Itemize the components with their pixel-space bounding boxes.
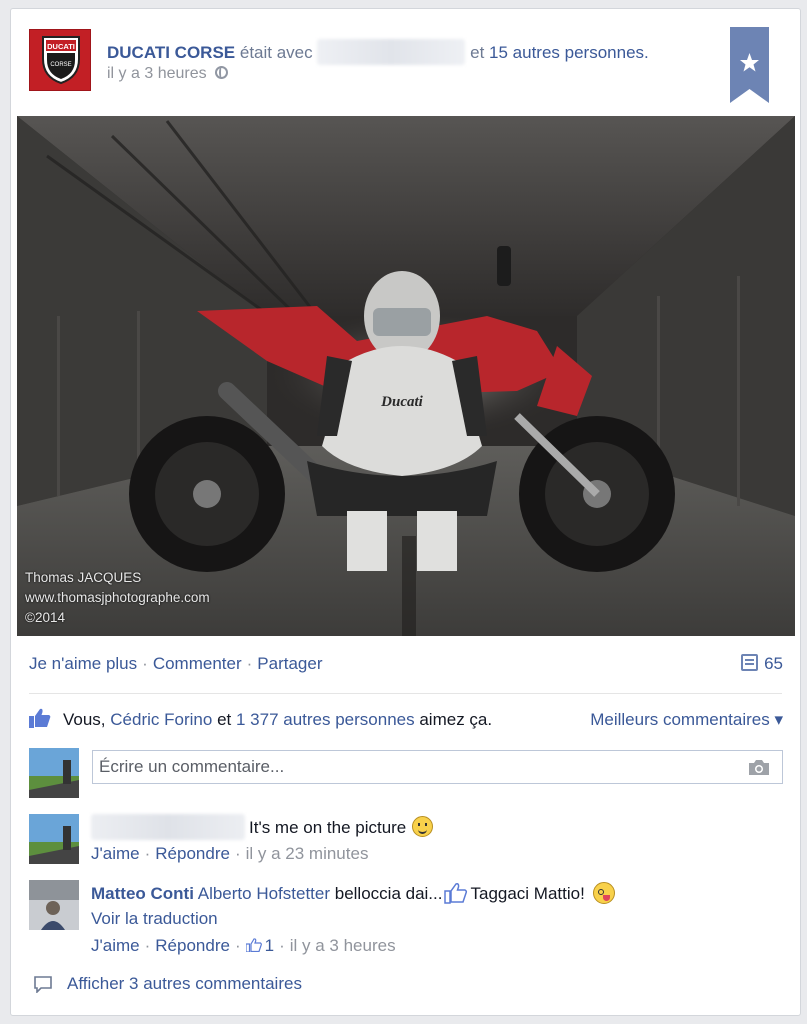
separator: ·: [144, 844, 151, 863]
comment-like-count-value: 1: [264, 936, 275, 955]
post-timestamp-row: il y a 3 heures: [107, 65, 228, 83]
likes-others-link[interactable]: 1 377 autres personnes: [236, 710, 415, 729]
separator: ·: [279, 936, 285, 955]
see-translation-link[interactable]: Voir la traduction: [91, 909, 218, 929]
comment-time[interactable]: il y a 3 heures: [290, 936, 396, 955]
tongue-emoji-icon: [592, 882, 615, 904]
comment-time[interactable]: il y a 23 minutes: [246, 844, 369, 863]
likes-suffix: aimez ça.: [419, 710, 493, 729]
comment-meta: J'aime · Répondre · 1 · il y a 3 heures: [91, 936, 396, 956]
likes-you: Vous,: [63, 710, 106, 729]
blurred-tagged-name[interactable]: [317, 39, 466, 65]
photo-credit-site: www.thomasjphotographe.com: [25, 590, 210, 605]
comment-sort-dropdown[interactable]: Meilleurs commentaires ▾: [590, 710, 783, 730]
comment-bubble-icon: [34, 976, 52, 993]
show-more-comments-link[interactable]: Afficher 3 autres commentaires: [67, 974, 302, 993]
small-thumbs-up-icon: [245, 938, 262, 952]
bookmark-star-icon[interactable]: [730, 27, 769, 103]
comment-input[interactable]: [93, 751, 782, 783]
avatar-image: [29, 814, 79, 864]
unlike-link[interactable]: Je n'aime plus: [29, 654, 137, 673]
post-timestamp[interactable]: il y a 3 heures: [107, 65, 207, 82]
avatar-image: [29, 748, 79, 798]
comment-body: Matteo Conti Alberto Hofstetter bellocci…: [91, 882, 615, 904]
post-photo[interactable]: Ducati Thomas JACQUES www.thomasjphotogr…: [17, 116, 795, 636]
thumbs-up-icon: [29, 708, 51, 728]
story-card: DUCATI CORSE DUCATI CORSE était avec et …: [10, 8, 801, 1016]
separator: ·: [246, 654, 253, 673]
comment-like-link[interactable]: J'aime: [91, 936, 140, 955]
blurred-commenter-name[interactable]: [91, 814, 245, 840]
photo-credit-name: Thomas JACQUES: [25, 570, 142, 585]
comment-meta: J'aime · Répondre · il y a 23 minutes: [91, 844, 368, 864]
comment-list-icon: [741, 654, 759, 671]
and-text: et: [470, 43, 485, 62]
page-name-link[interactable]: DUCATI CORSE: [107, 43, 235, 62]
camera-icon[interactable]: [748, 759, 770, 776]
current-user-avatar[interactable]: [29, 748, 79, 798]
like-emoji-icon: [444, 883, 468, 904]
rear-wheel: [129, 416, 285, 572]
others-link[interactable]: 15 autres personnes.: [489, 43, 649, 62]
avatar-image: [29, 880, 79, 930]
comment-text: It's me on the picture: [249, 818, 407, 837]
comment-like-link[interactable]: J'aime: [91, 844, 140, 863]
story-header: DUCATI CORSE DUCATI CORSE était avec et …: [29, 27, 800, 103]
separator: ·: [234, 936, 241, 955]
comment-text: belloccia dai...: [334, 884, 443, 903]
ducati-shield-logo: DUCATI CORSE: [42, 36, 80, 85]
comment-text-continued: Taggaci Mattio!: [470, 884, 585, 903]
comment-composer: [92, 750, 783, 784]
likes-summary: Vous, Cédric Forino et 1 377 autres pers…: [29, 708, 492, 730]
comment-reply-link[interactable]: Répondre: [155, 936, 230, 955]
show-more-comments[interactable]: Afficher 3 autres commentaires: [33, 974, 302, 994]
smiley-emoji-icon: [412, 816, 434, 837]
commenter-avatar[interactable]: [29, 880, 79, 930]
separator: ·: [144, 936, 151, 955]
comment-reply-link[interactable]: Répondre: [155, 844, 230, 863]
motorcycle-photo: Ducati: [17, 116, 795, 636]
comment-body: It's me on the picture: [249, 816, 434, 838]
story-title: DUCATI CORSE était avec et 15 autres per…: [107, 39, 649, 65]
photo-credit-year: ©2014: [25, 610, 65, 625]
comment-tag-link[interactable]: Alberto Hofstetter: [198, 884, 330, 903]
comment-count[interactable]: 65: [741, 654, 783, 674]
comment-link[interactable]: Commenter: [153, 654, 242, 673]
divider: [29, 693, 782, 694]
globe-icon[interactable]: [214, 66, 228, 79]
comment-like-count[interactable]: 1: [245, 936, 275, 955]
separator: ·: [142, 654, 148, 673]
photo-credit: Thomas JACQUES www.thomasjphotographe.co…: [25, 568, 210, 628]
comment-count-value: 65: [764, 654, 783, 673]
commenter-avatar[interactable]: [29, 814, 79, 864]
logo-subtext: CORSE: [50, 62, 71, 68]
likes-and: et: [217, 710, 232, 729]
suit-logo-text: Ducati: [380, 394, 424, 410]
separator: ·: [234, 844, 241, 863]
page-avatar[interactable]: DUCATI CORSE: [29, 29, 91, 91]
with-text: était avec: [239, 43, 313, 62]
logo-text: DUCATI: [47, 42, 75, 51]
liker-friend-link[interactable]: Cédric Forino: [110, 710, 212, 729]
share-link[interactable]: Partager: [257, 654, 322, 673]
story-actions: Je n'aime plus · Commenter · Partager: [29, 654, 323, 674]
comment-author-link[interactable]: Matteo Conti: [91, 884, 194, 903]
